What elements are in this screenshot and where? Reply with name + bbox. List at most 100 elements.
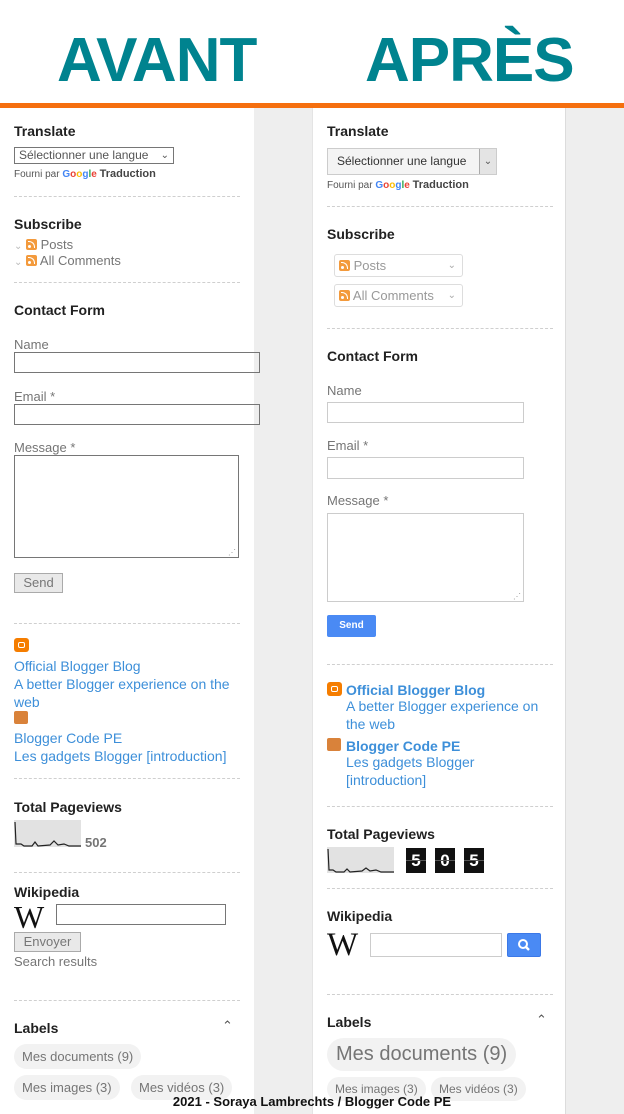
resize-handle-icon[interactable]: ⋰ <box>228 548 236 557</box>
contact-title: Contact Form <box>327 348 418 364</box>
subscribe-comments[interactable]: All Comments ⌄ <box>334 284 463 307</box>
translate-link[interactable]: Traduction <box>100 168 156 180</box>
subscribe-posts[interactable]: ⌄ Posts <box>14 237 73 252</box>
wikipedia-search-input[interactable] <box>370 933 502 957</box>
google-logo: Google <box>62 169 97 180</box>
name-label: Name <box>14 337 49 352</box>
pageviews-counter: 505 <box>406 848 493 873</box>
send-button[interactable]: Send <box>14 573 63 593</box>
chevron-down-icon: ⌄ <box>447 260 456 271</box>
pageviews-count: 502 <box>85 835 107 850</box>
subscribe-label: Posts <box>40 237 74 252</box>
email-input[interactable] <box>14 404 260 425</box>
before-heading: AVANT <box>57 26 257 95</box>
separator <box>327 328 553 329</box>
subscribe-title: Subscribe <box>327 226 395 242</box>
google-logo: Google <box>375 180 410 191</box>
post-link[interactable]: Les gadgets Blogger [introduction] <box>14 747 226 765</box>
post-link-line: the web <box>346 716 396 732</box>
gutter-gray <box>254 108 312 1114</box>
blogger-code-pe-icon <box>327 738 341 751</box>
post-link-line: [introduction] <box>346 772 427 788</box>
label-chip[interactable]: Mes documents (9) <box>327 1038 517 1071</box>
counter-digit: 0 <box>435 848 455 873</box>
after-sidebar: Translate Sélectionner une langue ⌄ Four… <box>312 108 566 1114</box>
chevron-up-icon[interactable]: ⌃ <box>536 1012 547 1028</box>
separator <box>327 664 553 665</box>
blogger-icon <box>327 682 342 696</box>
send-button[interactable]: Send <box>327 615 376 637</box>
subscribe-label: Posts <box>353 258 387 273</box>
chevron-up-icon[interactable]: ⌃ <box>222 1018 233 1034</box>
contact-title: Contact Form <box>14 302 105 318</box>
post-link-line: Les gadgets Blogger <box>346 754 475 770</box>
post-link[interactable]: A better Blogger experience on the web <box>346 697 538 733</box>
wikipedia-results: Search results <box>14 954 98 969</box>
wikipedia-title: Wikipedia <box>14 884 80 900</box>
separator <box>14 872 240 873</box>
sparkline-chart <box>327 848 394 873</box>
separator <box>14 778 240 779</box>
powered-prefix: Fourni par <box>327 180 373 191</box>
language-select-value: Sélectionner une langue <box>337 154 467 168</box>
name-input[interactable] <box>14 352 260 373</box>
comparison-header: AVANT APRÈS <box>0 0 624 103</box>
label-chip[interactable]: Mes documents (9) <box>14 1044 142 1069</box>
chevron-down-icon: ⌄ <box>479 149 496 174</box>
chevron-down-icon: ⌄ <box>160 150 169 161</box>
blog-link[interactable]: Blogger Code PE <box>14 729 122 747</box>
pageviews-sparkline <box>14 820 81 847</box>
search-icon <box>518 939 530 951</box>
separator <box>327 888 553 889</box>
email-label: Email * <box>14 389 56 404</box>
after-heading: APRÈS <box>365 26 575 95</box>
post-link-line: A better Blogger experience on <box>346 698 539 714</box>
language-select[interactable]: Sélectionner une langue ⌄ <box>327 148 497 175</box>
pageviews-sparkline <box>327 847 394 873</box>
translate-title: Translate <box>14 123 76 139</box>
wikipedia-logo: W <box>14 899 45 935</box>
chevron-down-icon: ⌄ <box>14 241 23 252</box>
subscribe-comments[interactable]: ⌄ All Comments <box>14 253 121 268</box>
footer-credit: 2021 - Soraya Lambrechts / Blogger Code … <box>172 1094 452 1109</box>
wikipedia-search-input[interactable] <box>56 904 226 925</box>
chevron-down-icon: ⌄ <box>447 290 456 301</box>
separator <box>14 282 240 283</box>
email-label: Email * <box>327 438 369 453</box>
post-link[interactable]: Les gadgets Blogger [introduction] <box>346 753 474 789</box>
name-input[interactable] <box>327 402 524 423</box>
message-textarea[interactable]: ⋰ <box>14 455 239 558</box>
separator <box>327 806 553 807</box>
google-translate-credit: Fourni par Google Traduction <box>327 179 469 191</box>
blogger-code-pe-icon <box>14 711 28 724</box>
wikipedia-submit-button[interactable]: Envoyer <box>14 932 81 952</box>
subscribe-posts[interactable]: Posts ⌄ <box>334 254 463 277</box>
chevron-down-icon: ⌄ <box>14 257 23 268</box>
message-label: Message * <box>14 440 76 455</box>
google-translate-credit: Fourni par Google Traduction <box>14 168 156 180</box>
translate-link[interactable]: Traduction <box>413 179 469 191</box>
post-link[interactable]: A better Blogger experience on the web <box>14 675 240 711</box>
counter-digit: 5 <box>406 848 426 873</box>
labels-title: Labels <box>327 1014 372 1030</box>
rss-icon <box>339 260 350 271</box>
rss-icon <box>26 255 38 266</box>
blog-link[interactable]: Official Blogger Blog <box>14 657 141 675</box>
wikipedia-logo: W <box>327 927 359 963</box>
blogger-icon <box>14 638 29 652</box>
pageviews-title: Total Pageviews <box>327 826 435 842</box>
language-select[interactable]: Sélectionner une langue ⌄ <box>14 147 174 164</box>
language-select-value: Sélectionner une langue <box>19 148 149 162</box>
message-textarea[interactable]: ⋰ <box>327 513 524 602</box>
resize-handle-icon[interactable]: ⋰ <box>513 592 521 601</box>
subscribe-title: Subscribe <box>14 216 82 232</box>
name-label: Name <box>327 383 362 398</box>
wikipedia-title: Wikipedia <box>327 908 393 924</box>
separator <box>14 1000 240 1001</box>
separator <box>327 994 553 995</box>
subscribe-label: All Comments <box>352 288 434 303</box>
message-label: Message * <box>327 493 389 508</box>
email-input[interactable] <box>327 457 524 479</box>
before-sidebar: Translate Sélectionner une langue ⌄ Four… <box>0 108 260 1114</box>
wikipedia-search-button[interactable] <box>507 933 541 957</box>
